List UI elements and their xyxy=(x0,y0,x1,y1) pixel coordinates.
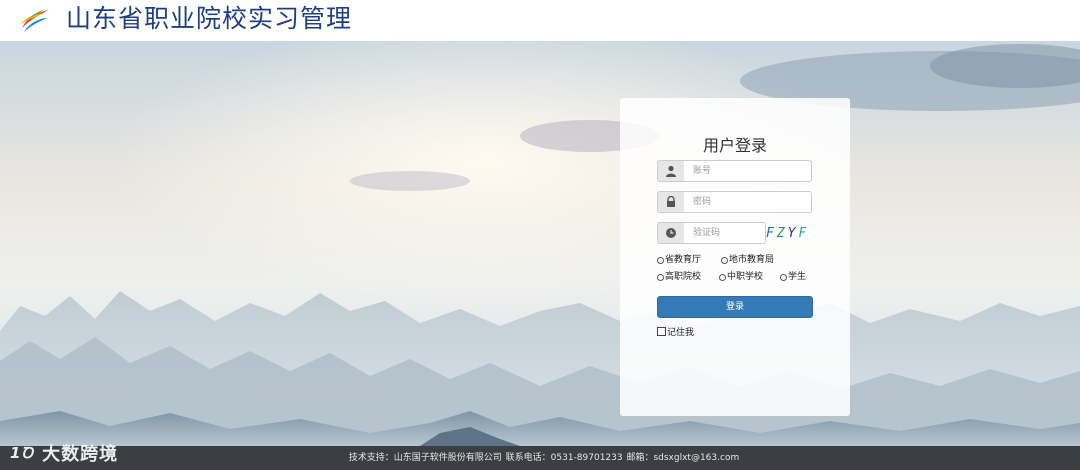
radio-icon xyxy=(780,273,787,281)
user-icon xyxy=(657,160,685,182)
radio-icon xyxy=(657,256,664,264)
watermark: 1Ꝺ 大数跨境 xyxy=(10,439,118,467)
captcha-char: Y xyxy=(787,226,799,241)
watermark-logo-icon: 1Ꝺ xyxy=(10,444,35,462)
login-title: 用户登录 xyxy=(702,136,767,155)
role-option[interactable]: 学生 xyxy=(780,271,806,283)
captcha-char: F xyxy=(766,226,777,241)
clock-icon xyxy=(657,222,685,244)
login-button[interactable]: 登录 xyxy=(657,296,813,318)
account-input[interactable]: 账号 xyxy=(684,160,812,182)
captcha-char: F xyxy=(798,226,810,241)
role-option[interactable]: 高职院校 xyxy=(657,271,701,283)
checkbox-icon xyxy=(657,327,666,336)
captcha-input[interactable]: 验证码 xyxy=(684,222,766,244)
password-input[interactable]: 密码 xyxy=(684,191,812,213)
captcha-image[interactable]: FZYF xyxy=(766,224,814,244)
footer-bar: 技术支持：山东国子软件股份有限公司 联系电话：0531-89701233 邮箱：… xyxy=(0,446,1080,470)
radio-icon xyxy=(657,273,664,281)
logo-icon xyxy=(20,9,48,32)
watermark-text: 大数跨境 xyxy=(42,444,119,465)
remember-me-checkbox[interactable]: 记住我 xyxy=(657,325,694,338)
account-input-group: 账号 xyxy=(657,160,812,182)
role-option[interactable]: 中职学校 xyxy=(719,271,763,283)
lock-icon xyxy=(657,191,685,213)
footer-text: 技术支持：山东国子软件股份有限公司 联系电话：0531-89701233 邮箱：… xyxy=(348,453,740,463)
password-input-group: 密码 xyxy=(657,191,812,213)
background-scenery xyxy=(0,41,1080,446)
site-title: 山东省职业院校实习管理 xyxy=(66,4,353,33)
captcha-char: Z xyxy=(776,226,788,241)
role-option[interactable]: 省教育厅 xyxy=(657,254,701,266)
header-bar: 山东省职业院校实习管理 xyxy=(0,0,1080,41)
radio-icon xyxy=(719,273,726,281)
login-panel: 用户登录 账号 密码 验证码 FZYF 省教育厅 地市教育局 高职院校 中职学校… xyxy=(620,98,850,416)
radio-icon xyxy=(721,256,728,264)
role-option[interactable]: 地市教育局 xyxy=(721,254,774,266)
